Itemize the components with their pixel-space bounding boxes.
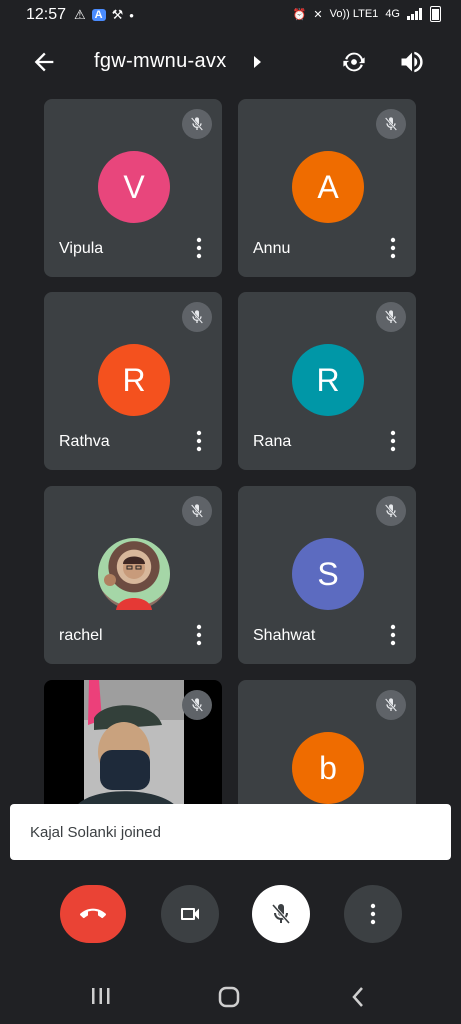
network-type-label: 4G (385, 8, 400, 20)
camera-toggle-button[interactable] (161, 885, 219, 943)
mic-off-icon (182, 109, 212, 139)
more-vert-icon[interactable] (196, 430, 202, 452)
participant-tile[interactable]: V Vipula (44, 99, 222, 277)
meeting-header: fgw-mwnu-avx (0, 34, 461, 92)
more-vert-icon[interactable] (390, 624, 396, 646)
camera-icon (181, 908, 199, 920)
app-notification-icon: A (91, 9, 106, 21)
mic-off-icon (271, 904, 291, 924)
participant-tile[interactable]: rachel (44, 486, 222, 664)
more-options-button[interactable] (344, 885, 402, 943)
mic-toggle-button[interactable] (252, 885, 310, 943)
end-call-button[interactable] (60, 885, 126, 943)
avatar: R (98, 344, 170, 416)
participant-name: Rana (253, 433, 292, 450)
participant-name: Shahwat (253, 627, 316, 644)
participant-tile[interactable]: A Annu (238, 99, 416, 277)
more-vert-icon[interactable] (196, 624, 202, 646)
join-notification-toast: Kajal Solanki joined (10, 804, 451, 860)
battery-icon (430, 6, 441, 22)
mic-off-icon (182, 302, 212, 332)
person-photo-icon (104, 556, 152, 610)
avatar: R (292, 344, 364, 416)
mic-off-icon (376, 496, 406, 526)
end-call-icon (80, 908, 106, 919)
avatar: S (292, 538, 364, 610)
participant-tile[interactable]: R Rathva (44, 292, 222, 470)
avatar: b (292, 732, 364, 804)
participant-tile[interactable]: b (238, 680, 416, 810)
toast-message: Kajal Solanki joined (30, 823, 161, 841)
participant-name: rachel (59, 627, 103, 644)
more-vert-icon[interactable] (196, 237, 202, 259)
wand-icon: ⚒ (111, 7, 124, 22)
participant-tile[interactable]: R Rana (238, 292, 416, 470)
participant-name: Annu (253, 240, 291, 257)
switch-camera-icon[interactable] (340, 48, 368, 76)
avatar: A (292, 151, 364, 223)
more-vert-icon[interactable] (390, 237, 396, 259)
signal-icon (407, 8, 422, 20)
mic-off-icon (182, 690, 212, 720)
meeting-code[interactable]: fgw-mwnu-avx (94, 50, 227, 73)
status-bar: 12:57 ⚠ A ⚒ • ⏰ ✕ Vo)) LTE1 4G (0, 0, 461, 30)
speaker-icon[interactable] (398, 48, 426, 76)
alarm-icon: ⏰ (292, 8, 307, 21)
participant-name: Vipula (59, 240, 104, 257)
home-icon[interactable] (218, 986, 240, 1008)
volte-label: Vo)) LTE1 (329, 8, 379, 20)
participant-tile[interactable]: S Shahwat (238, 486, 416, 664)
more-vert-icon (370, 903, 376, 925)
status-time: 12:57 (26, 6, 67, 23)
back-arrow-icon[interactable] (30, 48, 58, 76)
participant-video-tile[interactable] (44, 680, 222, 810)
dot-icon: • (129, 7, 134, 23)
mic-off-icon (376, 302, 406, 332)
meeting-info-caret-icon[interactable] (254, 56, 261, 68)
mic-off-icon (376, 109, 406, 139)
avatar: V (98, 151, 170, 223)
system-nav-bar (0, 964, 461, 1024)
more-vert-icon[interactable] (390, 430, 396, 452)
participant-name: Rathva (59, 433, 110, 450)
mic-off-icon (376, 690, 406, 720)
recents-icon[interactable] (90, 986, 112, 1006)
vibrate-off-icon: ✕ (313, 8, 323, 21)
mic-off-icon (182, 496, 212, 526)
warning-icon: ⚠ (74, 7, 86, 22)
back-icon[interactable] (350, 986, 366, 1008)
profile-photo-avatar (98, 538, 170, 610)
